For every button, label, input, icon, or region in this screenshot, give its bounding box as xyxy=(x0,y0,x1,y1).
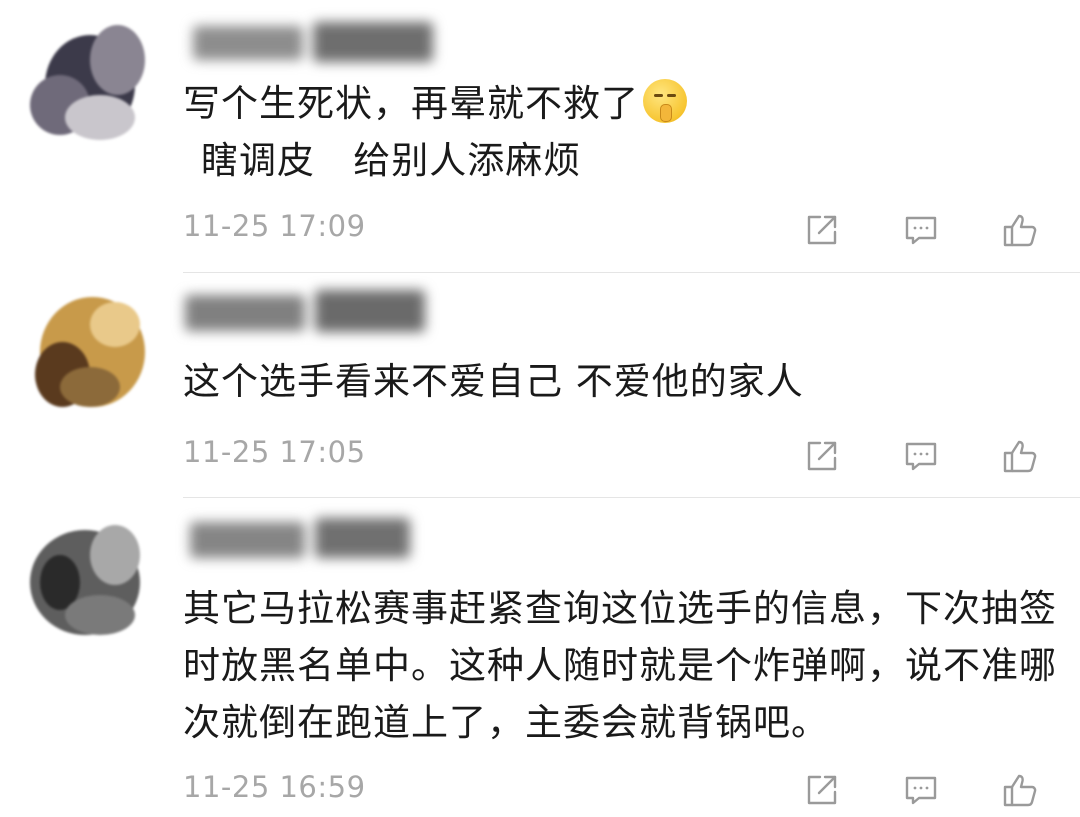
comment-text: 其它马拉松赛事赶紧查询这位选手的信息，下次抽签时放黑名单中。这种人随时就是个炸弹… xyxy=(183,587,1057,744)
username-redacted xyxy=(180,512,450,564)
avatar[interactable] xyxy=(15,510,155,650)
comment-text-part: 写个生死状，再晕就不救了 xyxy=(183,82,639,125)
comment-text: 这个选手看来不爱自己 不爱他的家人 xyxy=(183,360,804,403)
avatar[interactable] xyxy=(20,15,160,155)
comment-text-part: 瞎调皮 给别人添麻烦 xyxy=(201,139,582,182)
comment-icon[interactable] xyxy=(899,208,943,252)
comment-icon[interactable] xyxy=(899,434,943,478)
share-icon[interactable] xyxy=(800,208,844,252)
username-redacted xyxy=(175,285,445,337)
divider xyxy=(183,497,1080,498)
divider xyxy=(183,272,1080,273)
username-redacted xyxy=(183,18,453,70)
share-icon[interactable] xyxy=(800,768,844,812)
thumbs-up-icon[interactable] xyxy=(998,208,1042,252)
thumbs-up-icon[interactable] xyxy=(998,768,1042,812)
avatar[interactable] xyxy=(20,282,160,422)
shushing-face-icon xyxy=(643,79,687,123)
comment-text: 写个生死状，再晕就不救了瞎调皮 给别人添麻烦 xyxy=(183,75,1063,189)
comment-icon[interactable] xyxy=(899,768,943,812)
share-icon[interactable] xyxy=(800,434,844,478)
thumbs-up-icon[interactable] xyxy=(998,434,1042,478)
